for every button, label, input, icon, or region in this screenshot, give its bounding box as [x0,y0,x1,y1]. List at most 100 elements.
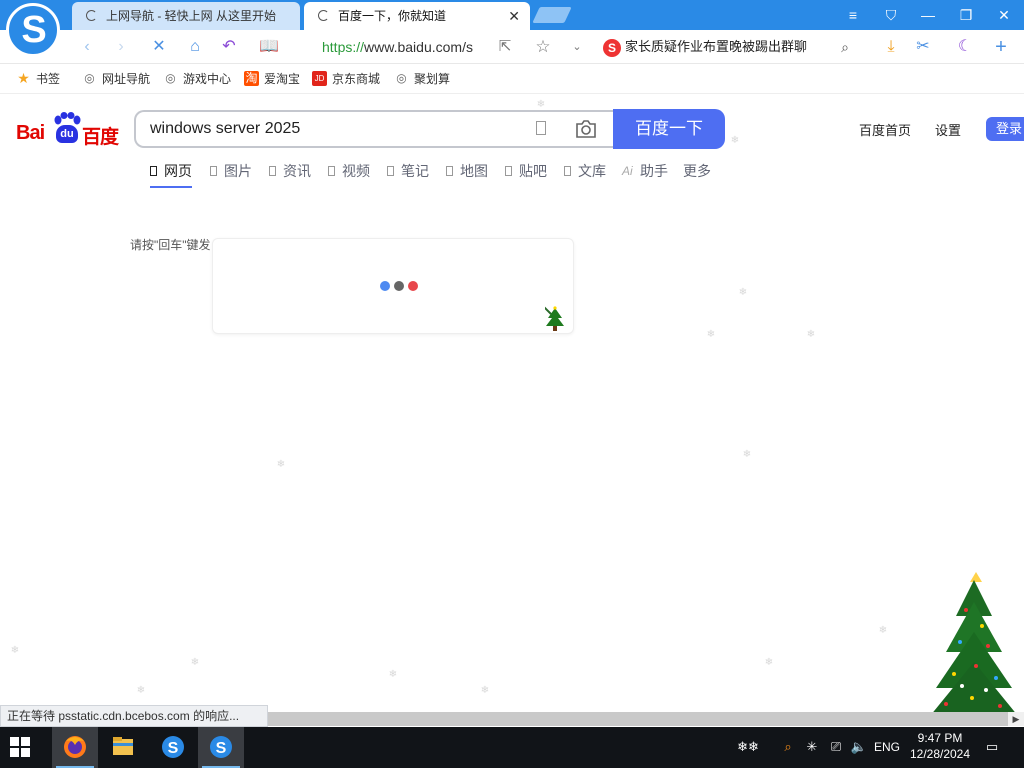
tab-tieba[interactable]: 贴吧 [505,160,547,182]
gamepad-icon: ◎ [165,71,176,85]
search-input[interactable]: windows server 2025 [134,110,616,148]
news-icon [269,166,276,176]
camera-icon[interactable] [574,118,598,140]
loading-dot [408,281,418,291]
volume-icon[interactable]: 🔈 [848,737,870,757]
scroll-right-arrow-icon[interactable]: ▶ [1008,712,1024,726]
snowflake-icon: ❄ [764,657,774,668]
windows-taskbar: S S ❄❄ ⌕ ✳ ⎚ 🔈 ENG 9:47 PM 12/28/2024 ▭ [0,727,1024,768]
horizontal-scrollbar[interactable] [268,712,1008,726]
christmas-tree-decoration-icon [930,572,1018,726]
tab-images[interactable]: 图片 [210,160,252,182]
web-icon [150,166,157,176]
bookmark-item[interactable]: ★ 书签 [16,70,60,88]
taobao-icon: 淘 [244,71,259,86]
menu-icon[interactable]: ≡ [841,4,865,26]
snowflake-icon: ❄ [190,657,200,668]
start-button[interactable] [10,737,30,757]
tab-baidu[interactable]: 百度一下，你就知道 ✕ [304,2,530,30]
tab-assistant[interactable]: Ai 助手 [622,160,668,182]
tab-news[interactable]: 资讯 [269,160,311,182]
tab-video[interactable]: 视频 [328,160,370,182]
tab-title: 百度一下，你就知道 [338,9,447,23]
restore-button[interactable]: ❐ [954,4,978,26]
wenku-icon [564,166,571,176]
loading-dot [394,281,404,291]
clock-date: 12/28/2024 [909,747,971,761]
clock[interactable]: 9:47 PM 12/28/2024 [904,730,976,762]
ai-icon: Ai [622,164,633,178]
snowflake-icon: ❄ [388,669,398,680]
news-ticker[interactable]: S 家长质疑作业布置晚被踢出群聊 [603,34,858,60]
file-explorer-taskbar-icon[interactable] [100,727,146,768]
undo-icon[interactable]: ↶ [218,36,240,58]
screen: 上网导航 - 轻快上网 从这里开始 百度一下，你就知道 ✕ ≡ ⛉ — ❐ ✕ … [0,0,1024,768]
notifications-icon[interactable]: ▭ [982,737,1002,757]
clock-time: 9:47 PM [917,731,963,745]
forward-icon[interactable]: › [110,36,132,58]
search-icon[interactable]: ⌕ [778,737,798,757]
globe-icon: ◎ [84,71,95,85]
loading-panel [212,238,574,334]
minimize-button[interactable]: — [916,4,940,26]
map-icon [446,166,453,176]
star-icon[interactable]: ☆ [532,36,554,58]
baidu-logo[interactable]: Bai du 百度 [16,112,120,148]
search-button[interactable]: 百度一下 [613,109,725,149]
sogou-browser-taskbar-icon[interactable]: S [150,727,196,768]
tab-notes[interactable]: 笔记 [387,160,429,182]
sogou-browser-active-taskbar-icon[interactable]: S [198,727,244,768]
close-tab-icon[interactable]: ✕ [508,2,520,30]
add-icon[interactable]: + [990,36,1012,58]
tab-map[interactable]: 地图 [446,160,488,182]
home-icon[interactable]: ⌂ [184,36,206,58]
bookmarks-bar: ★ 书签 ◎ 网址导航 ◎ 游戏中心 淘 爱淘宝 JD 京东商城 ◎ 聚划算 [0,64,1024,94]
snowflake-icon: ❄ [10,645,20,656]
tab-navigation[interactable]: 上网导航 - 轻快上网 从这里开始 [72,2,300,30]
tab-wenku[interactable]: 文库 [564,160,606,182]
search-query: windows server 2025 [150,120,301,137]
reading-icon[interactable]: 📖 [258,36,280,58]
skin-icon[interactable]: ⛉ [879,4,903,26]
stop-icon[interactable]: ✕ [148,36,170,58]
svg-text:S: S [168,740,179,757]
tray-app-icon[interactable]: ❄❄ [728,737,768,757]
sparkle-icon[interactable]: ✳ [802,737,822,757]
jd-icon: JD [312,71,327,86]
tab-web[interactable]: 网页 [150,160,192,188]
settings-link[interactable]: 设置 [935,120,961,139]
login-button[interactable]: 登录 [986,117,1024,141]
browser-tab-bar: 上网导航 - 轻快上网 从这里开始 百度一下，你就知道 ✕ ≡ ⛉ — ❐ ✕ [0,0,1024,30]
loading-spinner-icon [318,10,329,21]
download-icon[interactable]: ⤓ [880,36,902,58]
url-scheme: https:// [322,39,365,55]
chevron-down-icon[interactable]: ⌄ [566,36,588,58]
close-window-button[interactable]: ✕ [992,4,1016,26]
news-text: 家长质疑作业布置晚被踢出群聊 [625,39,808,54]
baidu-home-link[interactable]: 百度首页 [859,120,911,139]
share-icon[interactable]: ⇱ [494,36,516,58]
bookmark-item[interactable]: ◎ 网址导航 [82,70,150,88]
bookmark-item[interactable]: 淘 爱淘宝 [244,70,300,88]
snowflake-icon: ❄ [276,459,286,470]
night-mode-icon[interactable]: ☾ [954,36,976,58]
url-host: www.baidu.com/s [364,39,473,55]
snowflake-icon: ❄ [806,329,816,340]
tab-more[interactable]: 更多 [669,160,711,182]
christmas-tree-icon [545,306,564,331]
search-icon[interactable]: ⌕ [834,36,856,58]
bookmark-item[interactable]: ◎ 游戏中心 [163,70,231,88]
bookmark-item[interactable]: ◎ 聚划算 [394,70,450,88]
voice-icon[interactable] [536,121,546,135]
network-icon[interactable]: ⎚ [826,737,846,757]
sogou-browser-logo[interactable]: S [6,3,60,57]
language-indicator[interactable]: ENG [872,737,902,757]
loading-spinner-icon [86,10,97,21]
firefox-taskbar-icon[interactable] [52,727,98,768]
back-icon[interactable]: ‹ [76,36,98,58]
snowflake-icon: ❄ [742,449,752,460]
video-icon [328,166,335,176]
screenshot-icon[interactable]: ✂ [912,36,934,58]
new-tab-button[interactable] [532,7,572,23]
bookmark-item[interactable]: JD 京东商城 [312,70,380,88]
